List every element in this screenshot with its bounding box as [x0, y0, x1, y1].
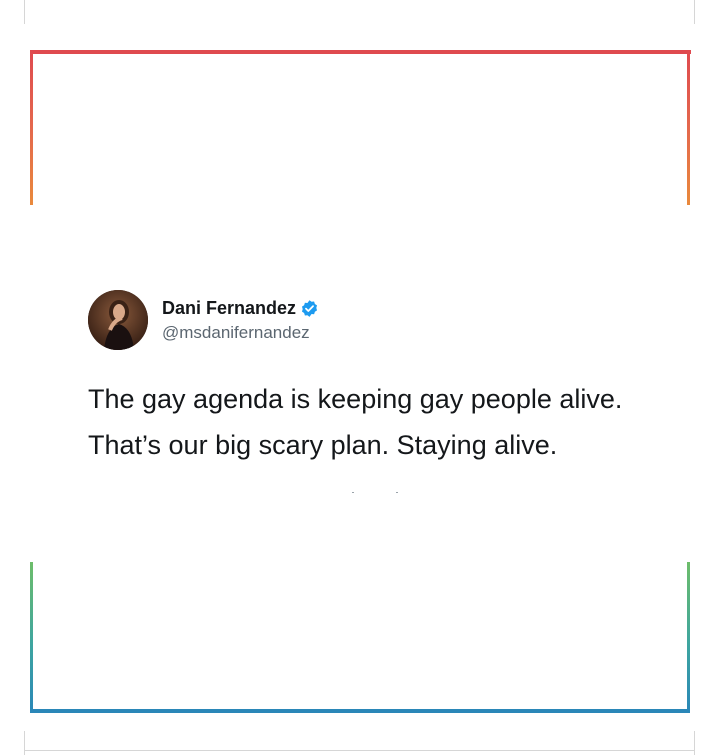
profile-photo-icon: [88, 290, 148, 350]
frame-bottom-right-border: [687, 562, 690, 713]
frame-top-right-border: [687, 50, 690, 205]
speck: [396, 492, 398, 493]
verified-badge-icon: [300, 299, 319, 318]
tweet-text-line: The gay agenda is keeping gay people ali…: [88, 384, 623, 414]
display-name[interactable]: Dani Fernandez: [162, 298, 296, 319]
frame-top-left-border: [30, 50, 33, 205]
page-edge-right-top: [694, 0, 695, 24]
user-handle[interactable]: @msdanifernandez: [162, 323, 319, 343]
name-row: Dani Fernandez: [162, 298, 319, 319]
avatar[interactable]: [88, 290, 148, 350]
frame-top-border: [30, 50, 691, 54]
speck: [352, 492, 354, 493]
tweet-header: Dani Fernandez @msdanifernandez: [88, 290, 668, 350]
page-edge-right-bottom: [694, 731, 695, 755]
page-edge-bottom: [24, 750, 695, 751]
tweet: Dani Fernandez @msdanifernandez The gay …: [88, 290, 668, 468]
page-edge-left-bottom: [24, 731, 25, 755]
tweet-text-line: That’s our big scary plan. Staying alive…: [88, 430, 558, 460]
frame-bottom-border: [30, 709, 690, 713]
user-block: Dani Fernandez @msdanifernandez: [162, 298, 319, 343]
frame-bottom-left-border: [30, 562, 33, 713]
tweet-text: The gay agenda is keeping gay people ali…: [88, 376, 668, 468]
page-edge-left-top: [24, 0, 25, 24]
